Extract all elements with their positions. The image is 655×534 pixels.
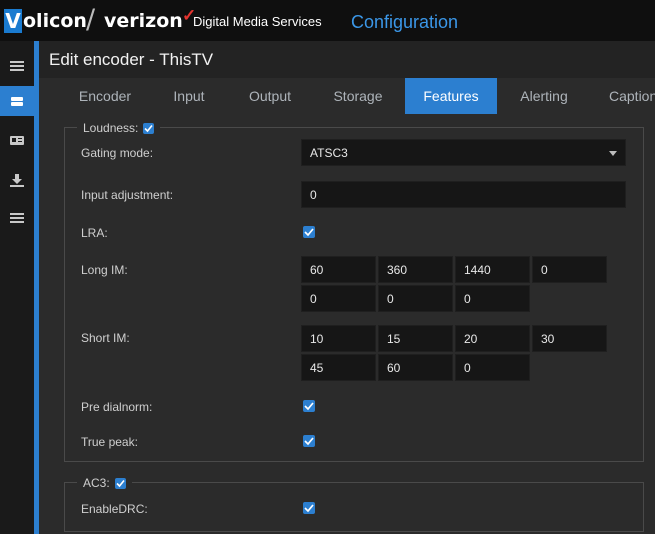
long-im-field-2[interactable]: 360 [378,256,453,283]
input-adjustment-input[interactable]: 0 [301,181,626,208]
short-im-field-7[interactable]: 0 [455,354,530,381]
service-name: Digital Media Services [193,14,322,29]
short-im-field-1[interactable]: 10 [301,325,376,352]
ac3-legend: AC3: [77,476,132,490]
brand-logo-text: olicon [23,10,87,32]
short-im-field-2[interactable]: 15 [378,325,453,352]
check-icon [304,228,314,237]
sidebar-item-downloads[interactable] [0,165,34,195]
pre-dialnorm-checkbox[interactable] [303,400,315,412]
short-im-label: Short IM: [81,331,130,345]
loudness-checkbox[interactable] [143,122,155,134]
tab-alerting[interactable]: Alerting [497,78,591,114]
input-adjustment-label: Input adjustment: [81,188,174,202]
menu-icon [10,61,24,71]
app-header: V olicon / verizon ✓ Digital Media Servi… [0,0,655,41]
true-peak-label: True peak: [81,435,138,449]
tab-encoder[interactable]: Encoder [61,78,149,114]
enable-drc-checkbox[interactable] [303,502,315,514]
tab-features[interactable]: Features [405,78,497,114]
long-im-field-4[interactable]: 0 [532,256,607,283]
long-im-field-6[interactable]: 0 [378,285,453,312]
sidebar-item-encoders[interactable] [0,86,34,116]
page-title: Edit encoder - ThisTV [49,50,214,69]
sidebar-item-list[interactable] [0,203,34,233]
tab-storage[interactable]: Storage [311,78,405,114]
enable-drc-label: EnableDRC: [81,502,148,516]
brand-logo-v: V [4,9,22,33]
check-icon [116,479,125,487]
list-icon [10,213,24,223]
caret-down-icon [609,151,617,156]
section-title: Configuration [351,12,459,32]
long-im-field-1[interactable]: 60 [301,256,376,283]
partner-logo-text: verizon [104,10,183,32]
brand-separator: / [86,4,96,35]
pre-dialnorm-label: Pre dialnorm: [81,400,153,414]
true-peak-checkbox[interactable] [303,435,315,447]
long-im-field-5[interactable]: 0 [301,285,376,312]
lra-label: LRA: [81,226,108,240]
page-header: Edit encoder - ThisTV [39,41,655,78]
short-im-field-4[interactable]: 30 [532,325,607,352]
ac3-checkbox[interactable] [114,477,126,489]
ac3-label: AC3: [83,476,110,490]
check-icon [304,437,314,446]
download-icon [10,174,24,187]
lra-checkbox[interactable] [303,226,315,238]
gating-mode-select[interactable]: ATSC3 [301,139,626,166]
tab-bar: Encoder Input Output Storage Features Al… [39,78,655,114]
tab-output[interactable]: Output [229,78,311,114]
ac3-fieldset [64,482,644,532]
long-im-field-3[interactable]: 1440 [455,256,530,283]
encoder-icon [11,97,23,106]
check-icon [144,124,154,132]
gating-mode-label: Gating mode: [81,146,154,160]
sidebar-item-devices[interactable] [0,125,34,155]
sidebar [0,41,34,534]
loudness-label: Loudness: [83,121,139,135]
tab-caption[interactable]: Caption [591,78,655,114]
features-panel: Loudness: Gating mode: ATSC3 Input adjus… [39,114,655,534]
loudness-legend: Loudness: [77,121,161,135]
short-im-field-3[interactable]: 20 [455,325,530,352]
tab-input[interactable]: Input [149,78,229,114]
check-icon [304,504,314,513]
check-icon [304,402,314,411]
long-im-label: Long IM: [81,263,128,277]
short-im-field-6[interactable]: 60 [378,354,453,381]
short-im-field-5[interactable]: 45 [301,354,376,381]
id-card-icon [10,136,24,145]
sidebar-menu-button[interactable] [0,51,34,81]
long-im-field-7[interactable]: 0 [455,285,530,312]
gating-mode-value: ATSC3 [310,146,348,160]
